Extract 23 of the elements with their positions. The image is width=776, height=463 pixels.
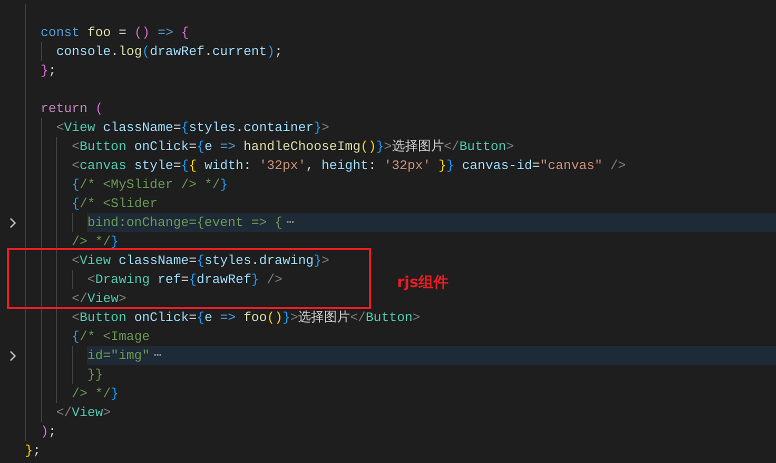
code-line: /> */} [72, 232, 119, 251]
code-line: <View className={styles.drawing}> [72, 252, 330, 270]
code-line: }; [40, 62, 56, 80]
code-line: console.log(drawRef.current); [56, 42, 282, 61]
annotation-label: rjs组件 [397, 272, 448, 293]
code-line: </View> [72, 290, 126, 308]
code-line: <Button onClick={e => foo()}>选择图片</Button> [72, 308, 420, 327]
code-line: ); [40, 422, 56, 441]
code-line: {/* <Image [72, 328, 150, 346]
chevron-right-icon[interactable] [8, 350, 16, 362]
code-line: <Drawing ref={drawRef} /> [87, 270, 282, 289]
code-line: return ( [40, 100, 104, 118]
code-line: <View className={styles.container}> [56, 118, 330, 137]
chevron-right-icon[interactable] [8, 216, 16, 228]
code-line: const foo = () => { [40, 24, 189, 42]
code-line: }; [25, 442, 41, 460]
code-line: </View> [56, 404, 111, 422]
code-line: /> */} [72, 384, 119, 403]
code-line: {/* <MySlider /> */} [72, 176, 228, 194]
code-line: <canvas style={{ width: '32px', height: '32px' }} canvas-id="canvas" /> [72, 156, 626, 175]
code-line: <Button onClick={e => handleChooseImg()}>选择图片</Button> [72, 138, 514, 156]
code-line: }} [87, 366, 103, 384]
code-line: {/* <Slider [72, 194, 158, 213]
